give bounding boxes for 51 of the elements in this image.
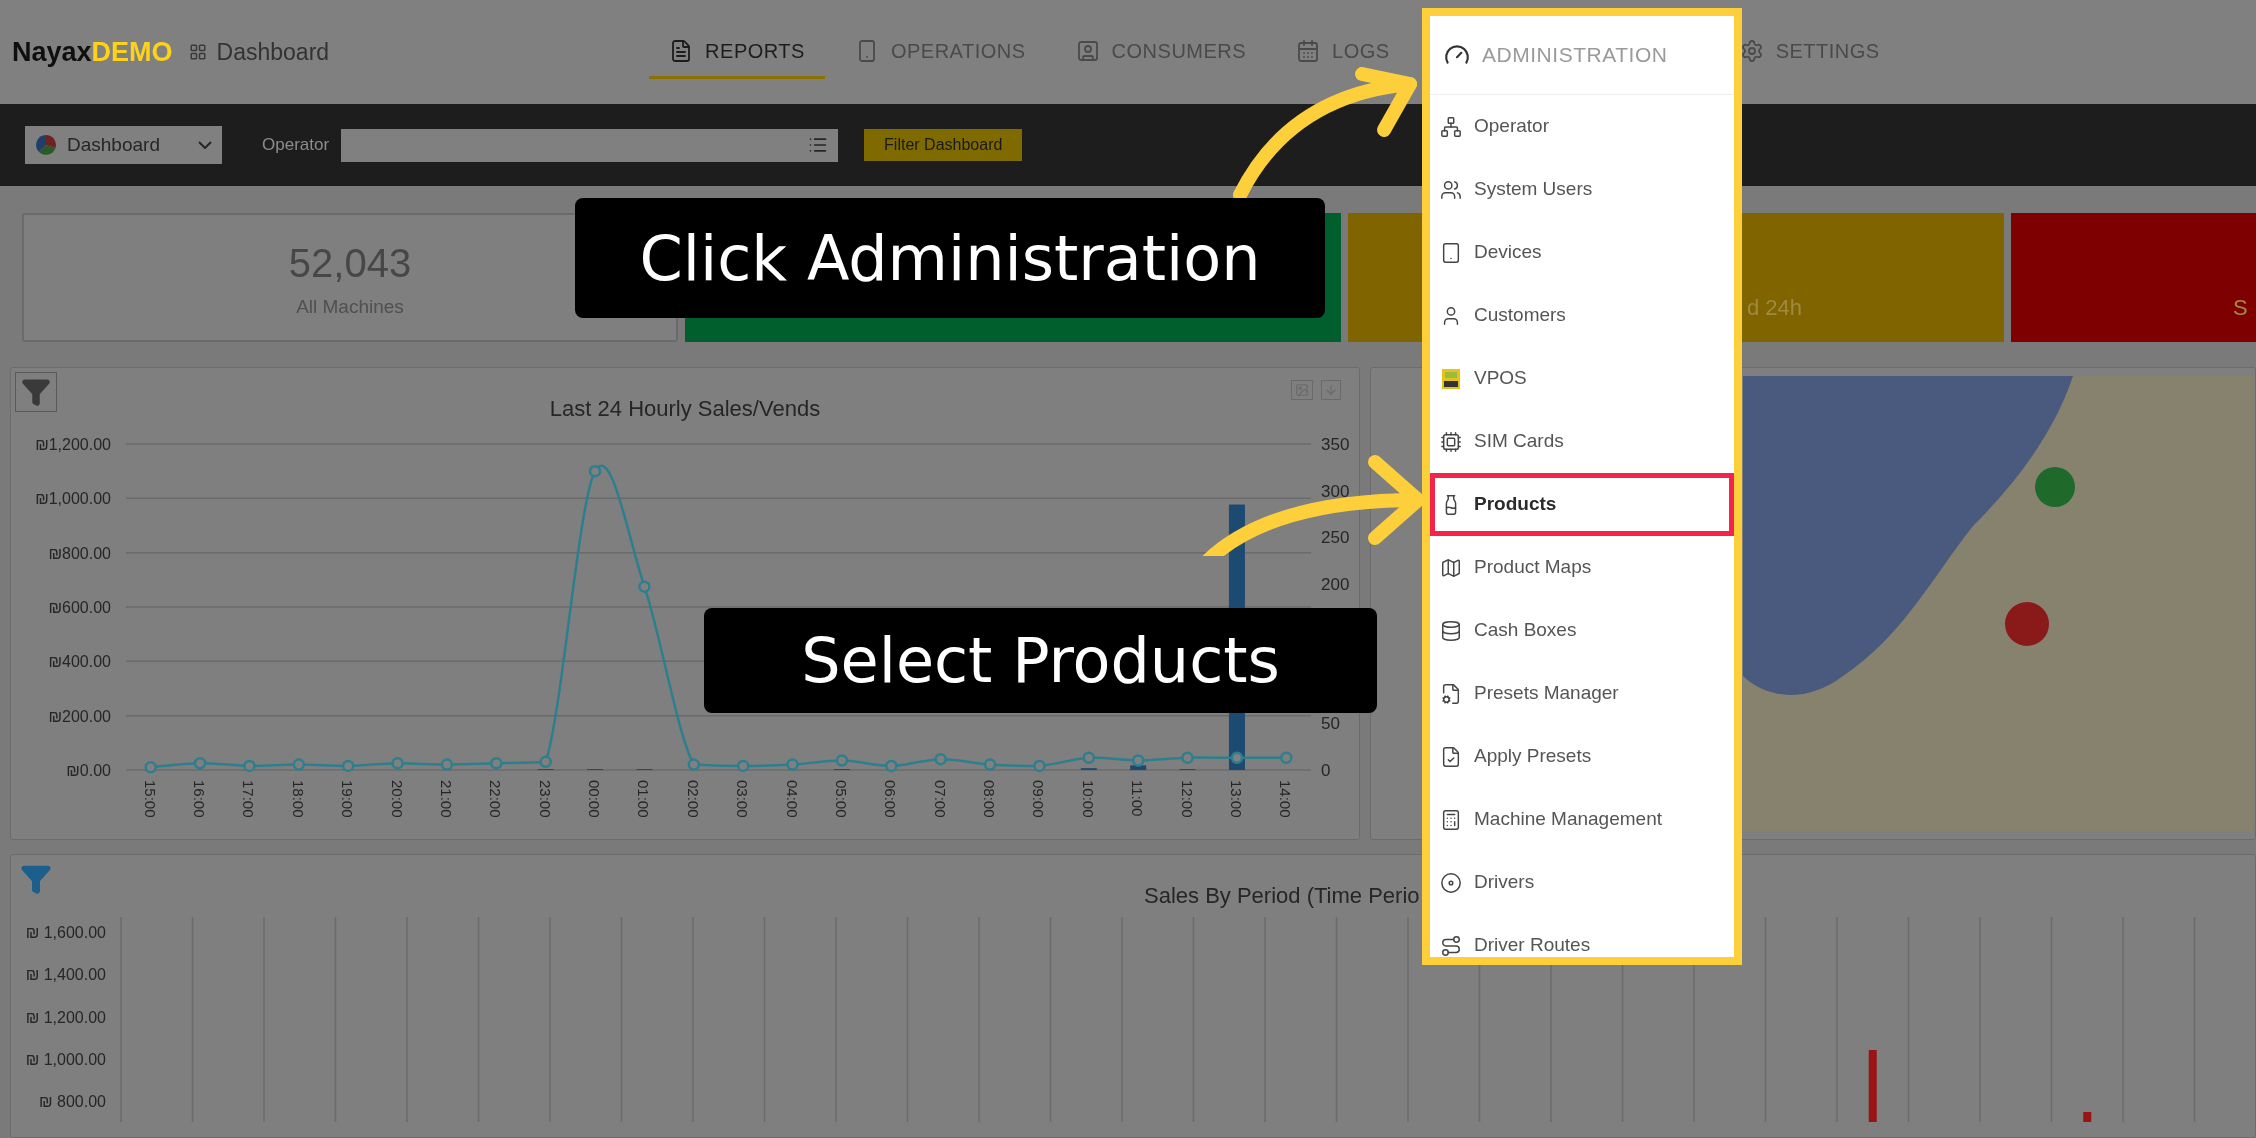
axis-label: 17:00 [240,780,258,818]
axis-label: 21:00 [437,780,455,818]
axis-label: 09:00 [1030,780,1048,818]
axis-label: ₪ 1,200.00 [25,1008,106,1026]
axis-label: 300 [1321,481,1350,501]
axis-label: 04:00 [783,780,801,818]
axis-label: 19:00 [339,780,357,818]
chart-title: Last 24 Hourly Sales/Vends [549,395,821,423]
axis-label: 18:00 [289,780,307,818]
axis-label: 20:00 [388,780,406,818]
axis-label: 05:00 [832,780,850,818]
axis-label: ₪ 800.00 [39,1093,106,1111]
instruction-tooltip: Click Administration [575,198,1325,318]
axis-label: ₪400.00 [48,653,111,671]
axis-label: 08:00 [981,780,999,818]
axis-label: ₪1,200.00 [35,436,111,453]
axis-label: ₪ 1,600.00 [25,924,106,941]
axis-label: 50 [1321,714,1340,734]
axis-label: ₪800.00 [48,544,111,562]
axis-label: ₪200.00 [48,707,111,725]
operator-label: Operator [262,134,330,157]
axis-label: 03:00 [734,780,752,818]
chart-title: Sales By Period (Time Perio [1144,882,1420,910]
axis-label: 02:00 [684,780,702,818]
axis-label: 0 [1321,761,1331,780]
axis-label: 16:00 [191,780,209,818]
axis-label: 01:00 [635,780,653,818]
axis-label: 200 [1321,574,1350,594]
instruction-tooltip: Select Products [704,608,1377,713]
axis-label: ₪ 1,000.00 [25,1050,106,1068]
stat-value: 52,043 [288,240,412,288]
axis-label: 15:00 [141,780,159,818]
axis-label: 23:00 [536,780,554,818]
stat-label: S [2233,294,2248,322]
breadcrumb: Dashboard [216,37,330,67]
axis-label: 250 [1321,528,1350,548]
axis-label: 11:00 [1129,780,1147,817]
axis-label: ₪600.00 [48,599,111,616]
axis-label: 07:00 [931,780,949,818]
axis-label: 13:00 [1227,780,1245,818]
axis-label: 14:00 [1277,780,1295,818]
axis-label: ₪ 1,400.00 [25,966,106,984]
stat-label: d 24h [1746,294,1802,322]
axis-label: 22:00 [487,780,505,818]
axis-label: 12:00 [1178,780,1196,818]
axis-label: 00:00 [586,780,604,818]
axis-label: 06:00 [882,780,900,818]
axis-label: 10:00 [1079,780,1097,818]
axis-label: ₪0.00 [66,762,111,779]
axis-label: 350 [1321,435,1350,454]
axis-label: ₪1,000.00 [35,490,111,508]
